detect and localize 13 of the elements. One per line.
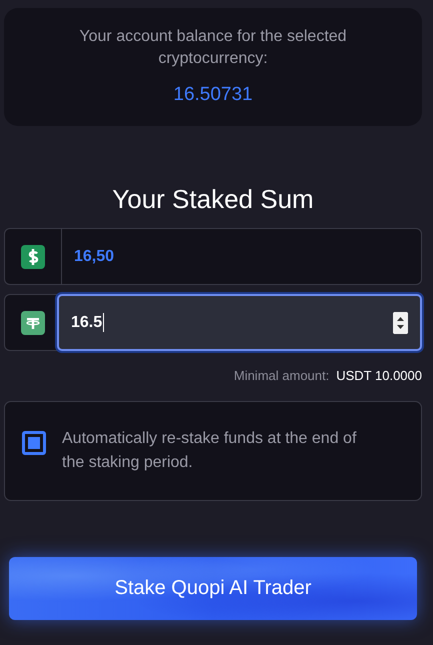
amount-value: 16,50 — [74, 248, 114, 266]
checkbox[interactable] — [22, 431, 46, 455]
dollar-icon — [21, 244, 45, 268]
restake-label: Automatically re-stake funds at the end of the staking period. — [62, 429, 358, 473]
amount-field[interactable]: 16.5 — [57, 294, 422, 351]
section-title: Your Staked Sum — [111, 184, 315, 214]
stake-button[interactable]: Stake Quopi AI Trader — [9, 557, 417, 620]
stepper-control[interactable] — [393, 312, 408, 334]
minimum-label: Minimal amount: — [234, 368, 330, 383]
minimum-value: USDT 10.0000 — [336, 368, 422, 383]
balance-value: 16.50731 — [172, 84, 254, 106]
balance-label: Your account balance for the selected cryptocurrency: — [78, 27, 348, 69]
tether-icon — [21, 310, 45, 334]
